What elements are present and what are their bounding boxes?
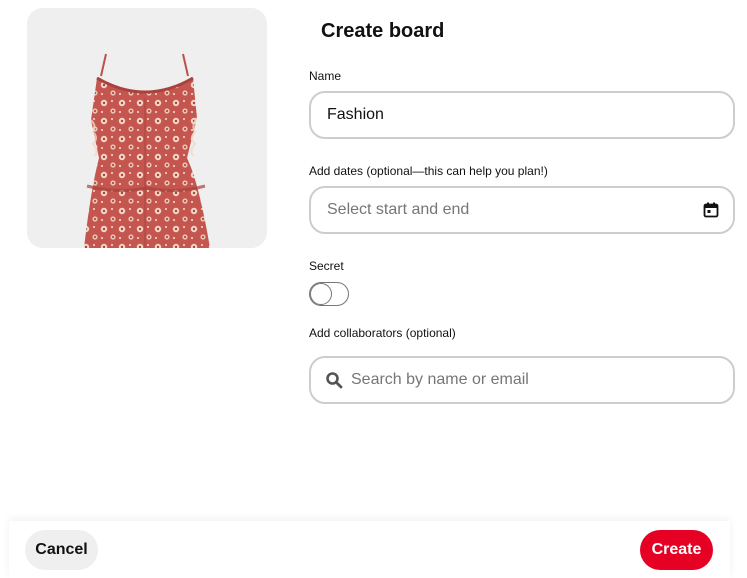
name-label: Name xyxy=(309,69,342,83)
name-input-value: Fashion xyxy=(327,106,384,123)
dress-image xyxy=(27,8,267,248)
secret-label: Secret xyxy=(309,259,344,273)
search-icon xyxy=(325,371,343,389)
create-button[interactable]: Create xyxy=(640,530,713,570)
collaborators-search-input[interactable]: Search by name or email xyxy=(309,356,735,404)
dates-input[interactable]: Select start and end xyxy=(309,186,735,234)
cancel-button[interactable]: Cancel xyxy=(25,530,98,570)
collaborators-placeholder: Search by name or email xyxy=(351,371,529,388)
create-board-modal: Create board Name Fashion Add dates (opt… xyxy=(0,0,747,578)
secret-toggle-knob xyxy=(310,283,332,305)
collaborators-label: Add collaborators (optional) xyxy=(309,326,456,340)
secret-toggle[interactable] xyxy=(309,282,349,306)
calendar-icon[interactable] xyxy=(703,202,719,218)
modal-footer xyxy=(9,521,730,578)
name-input[interactable]: Fashion xyxy=(309,91,735,139)
pin-preview-image xyxy=(27,8,267,248)
dates-label: Add dates (optional—this can help you pl… xyxy=(309,164,548,178)
dates-placeholder: Select start and end xyxy=(327,201,470,218)
modal-title: Create board xyxy=(321,20,445,42)
